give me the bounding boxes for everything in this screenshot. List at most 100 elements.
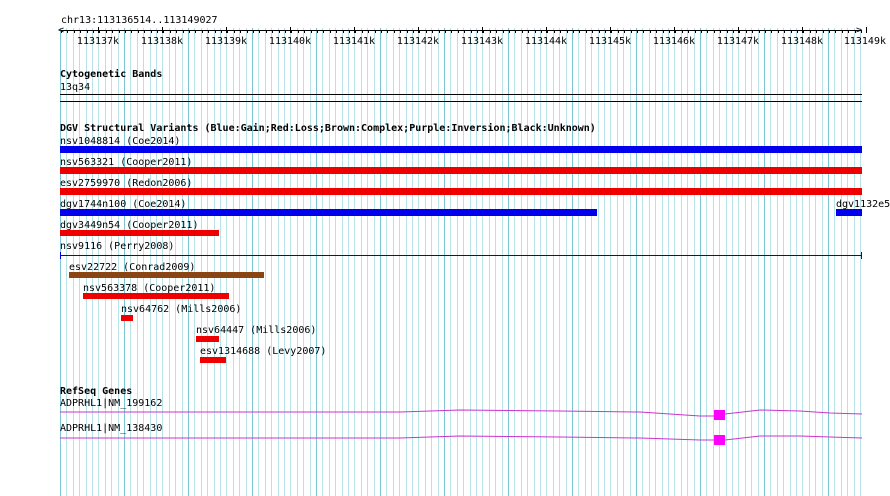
ruler-minor-tick xyxy=(791,30,792,33)
ruler-minor-tick xyxy=(80,30,81,33)
variant-bar-gain[interactable] xyxy=(60,209,597,216)
ruler-minor-tick xyxy=(547,30,548,33)
grid-line xyxy=(310,28,311,496)
ruler-tick-label: 113147k xyxy=(716,36,760,47)
grid-line xyxy=(386,28,387,496)
grid-line xyxy=(457,28,458,496)
grid-line xyxy=(284,28,285,496)
ruler-tick-label: 113149k xyxy=(843,36,886,47)
ruler-minor-tick xyxy=(560,30,561,33)
ruler-minor-tick xyxy=(567,30,568,33)
ruler-minor-tick xyxy=(752,30,753,33)
grid-line xyxy=(380,28,381,496)
variant-bar-complex[interactable] xyxy=(69,272,264,278)
variant-bar-loss[interactable] xyxy=(60,188,862,195)
grid-line xyxy=(239,28,240,496)
grid-line xyxy=(303,28,304,496)
grid-line xyxy=(668,28,669,496)
ruler-tick-label: 113137k xyxy=(76,36,120,47)
grid-line xyxy=(674,28,675,496)
grid-line xyxy=(700,28,701,496)
ruler-minor-tick xyxy=(317,30,318,33)
ruler-minor-tick xyxy=(675,30,676,33)
grid-line xyxy=(553,28,554,496)
grid-line xyxy=(630,28,631,496)
variant-bar-loss[interactable] xyxy=(60,230,219,236)
grid-line xyxy=(758,28,759,496)
grid-line xyxy=(802,28,803,496)
grid-line xyxy=(214,28,215,496)
ruler-minor-tick xyxy=(208,30,209,33)
variant-bar-loss[interactable] xyxy=(83,293,229,299)
ruler-minor-tick xyxy=(605,30,606,33)
ruler-minor-tick xyxy=(816,30,817,33)
variant-bar-loss[interactable] xyxy=(60,167,862,174)
dgv-track-title: DGV Structural Variants (Blue:Gain;Red:L… xyxy=(60,123,596,134)
grid-line xyxy=(444,28,445,496)
ruler-minor-tick xyxy=(343,30,344,33)
variant-line[interactable] xyxy=(60,255,862,256)
grid-line xyxy=(201,28,202,496)
ruler-minor-tick xyxy=(541,30,542,33)
variant-label[interactable]: nsv64762 (Mills2006) xyxy=(121,304,241,315)
grid-line xyxy=(418,28,419,496)
grid-line xyxy=(329,28,330,496)
grid-line xyxy=(470,28,471,496)
ruler-minor-tick xyxy=(355,30,356,33)
ruler-minor-tick xyxy=(183,30,184,33)
grid-line xyxy=(316,28,317,496)
grid-line xyxy=(476,28,477,496)
ruler-major-tick xyxy=(674,27,675,33)
ruler-minor-tick xyxy=(99,30,100,33)
ruler-minor-tick xyxy=(483,30,484,33)
ruler-minor-tick xyxy=(330,30,331,33)
variant-bar-loss[interactable] xyxy=(200,357,226,363)
grid-line xyxy=(226,28,227,496)
grid-line xyxy=(425,28,426,496)
ruler-minor-tick xyxy=(253,30,254,33)
ruler-minor-tick xyxy=(368,30,369,33)
grid-line xyxy=(790,28,791,496)
variant-bar-loss[interactable] xyxy=(196,336,219,342)
gene-exon[interactable] xyxy=(714,435,725,445)
ruler-minor-tick xyxy=(419,30,420,33)
variant-bar-gain[interactable] xyxy=(60,146,862,153)
variant-bar-loss[interactable] xyxy=(121,315,133,321)
ruler-minor-tick xyxy=(413,30,414,33)
ruler-minor-tick xyxy=(599,30,600,33)
ruler-minor-tick xyxy=(803,30,804,33)
grid-line xyxy=(412,28,413,496)
ruler-minor-tick xyxy=(298,30,299,33)
variant-label[interactable]: esv1314688 (Levy2007) xyxy=(200,346,326,357)
variant-bar-gain[interactable] xyxy=(836,209,862,216)
ruler-major-tick xyxy=(802,27,803,33)
grid-line xyxy=(598,28,599,496)
grid-line xyxy=(822,28,823,496)
grid-line xyxy=(361,28,362,496)
variant-label[interactable]: nsv9116 (Perry2008) xyxy=(60,241,174,252)
variant-label[interactable]: nsv64447 (Mills2006) xyxy=(196,325,316,336)
grid-line xyxy=(636,28,637,496)
ruler-tick-label: 113141k xyxy=(332,36,376,47)
ruler-minor-tick xyxy=(381,30,382,33)
gene-model[interactable] xyxy=(0,430,890,450)
grid-line xyxy=(662,28,663,496)
ruler-minor-tick xyxy=(848,30,849,33)
variant-line-left-cap xyxy=(60,252,61,259)
ruler-tick-label: 113142k xyxy=(396,36,440,47)
cytoband-label[interactable]: 13q34 xyxy=(60,82,90,93)
ruler-minor-tick xyxy=(119,30,120,33)
grid-line xyxy=(655,28,656,496)
grid-line xyxy=(431,28,432,496)
ruler-minor-tick xyxy=(362,30,363,33)
ruler-minor-tick xyxy=(195,30,196,33)
ruler-minor-tick xyxy=(61,30,62,33)
grid-line xyxy=(828,28,829,496)
grid-line xyxy=(578,28,579,496)
gene-exon[interactable] xyxy=(714,410,725,420)
gene-model[interactable] xyxy=(0,404,890,424)
ruler-minor-tick xyxy=(727,30,728,33)
ruler-minor-tick xyxy=(656,30,657,33)
grid-line xyxy=(854,28,855,496)
ruler-major-tick xyxy=(162,27,163,33)
